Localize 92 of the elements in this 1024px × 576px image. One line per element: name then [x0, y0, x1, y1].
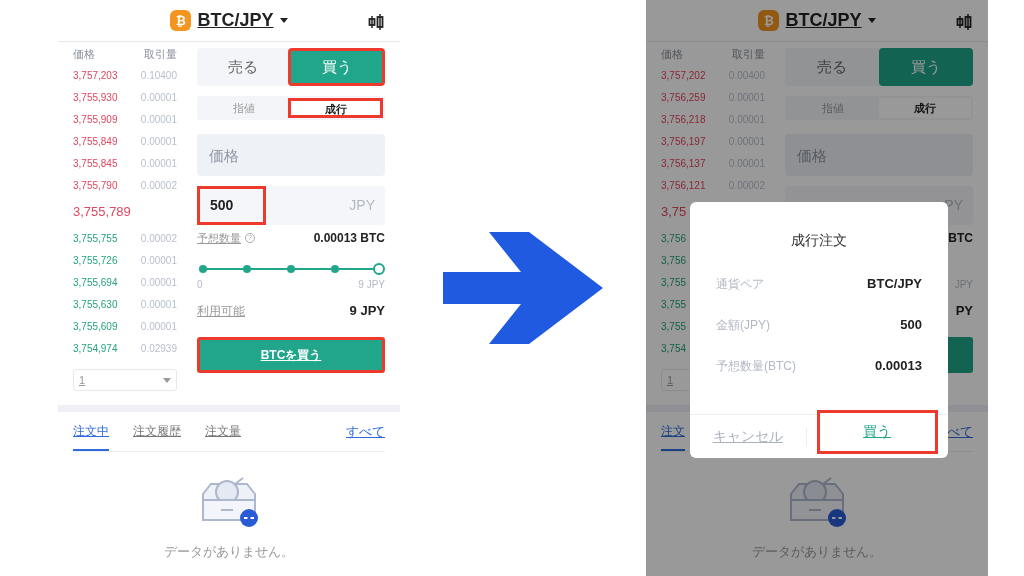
- slider-min-label: 0: [197, 278, 203, 291]
- bid-amount: 0.00002: [140, 231, 177, 246]
- amount-column-header: 取引量: [144, 47, 177, 62]
- bid-amount: 0.00001: [140, 275, 177, 290]
- bid-amount: 0.02939: [140, 341, 177, 356]
- ask-price: 3,755,909: [73, 112, 118, 127]
- ask-price: 3,755,930: [73, 90, 118, 105]
- price-field[interactable]: 価格: [197, 134, 385, 176]
- ask-amount: 0.00002: [140, 178, 177, 193]
- depth-dropdown[interactable]: 1: [73, 369, 177, 391]
- bid-price: 3,755,630: [73, 297, 118, 312]
- slider-max-label: 9 JPY: [358, 278, 385, 291]
- ask-price: 3,756,218: [661, 112, 706, 127]
- candlestick-icon[interactable]: [368, 13, 384, 31]
- dialog-title: 成行注文: [790, 231, 848, 250]
- price-column-header: 価格: [73, 47, 95, 62]
- estimate-value: BTC: [948, 230, 973, 247]
- currency-unit: JPY: [349, 196, 375, 215]
- caret-icon: [279, 18, 288, 23]
- price-field[interactable]: 価格: [785, 134, 973, 176]
- order-type-tab[interactable]: 指値: [199, 98, 288, 118]
- orders-tab[interactable]: 注文履歴: [133, 412, 181, 451]
- available-label: 利用可能: [197, 303, 245, 320]
- view-all-link[interactable]: べて: [947, 421, 973, 442]
- dialog-row-label: 金額(JPY): [716, 316, 770, 334]
- ask-amount: 0.00001: [140, 134, 177, 149]
- bid-price: 3,754: [661, 341, 687, 356]
- empty-message: データがありません。: [164, 543, 294, 561]
- ask-price: 3,757,203: [73, 68, 118, 83]
- amount-value: 500: [197, 186, 267, 225]
- dialog-row-label: 通貨ペア: [716, 275, 764, 293]
- dialog-row-value: 0.00013: [875, 356, 922, 375]
- pair-selector[interactable]: BTC/JPY: [785, 7, 876, 34]
- order-type-tab[interactable]: 成行: [288, 98, 383, 118]
- bid-price: 3,755,726: [73, 253, 118, 268]
- bid-price: 3,755,609: [73, 319, 118, 334]
- bid-price: 3,755: [661, 297, 687, 312]
- ask-price: 3,755,790: [73, 178, 118, 193]
- buy-sell-tab[interactable]: 買う: [288, 48, 385, 86]
- buy-sell-tab[interactable]: 売る: [197, 48, 288, 86]
- amount-field[interactable]: 500 JPY: [197, 186, 385, 225]
- available-value: PY: [955, 302, 973, 321]
- estimate-value: 0.00013 BTC: [313, 230, 385, 247]
- bitcoin-icon: ₿: [170, 10, 192, 31]
- ask-amount: 0.10400: [140, 68, 177, 83]
- bid-price: 3,755: [661, 275, 687, 290]
- ask-amount: 0.00001: [140, 112, 177, 127]
- ask-price: 3,757,202: [661, 68, 706, 83]
- dialog-row-label: 予想数量(BTC): [716, 357, 796, 375]
- ask-price: 3,756,259: [661, 90, 706, 105]
- bid-price: 3,755: [661, 319, 687, 334]
- buy-sell-tab[interactable]: 売る: [785, 48, 879, 86]
- bid-amount: 0.00001: [140, 319, 177, 334]
- bid-price: 3,754,974: [73, 341, 118, 356]
- last-price: 3,75: [661, 202, 687, 221]
- buy-button[interactable]: BTCを買う: [197, 337, 385, 373]
- ask-price: 3,756,197: [661, 134, 706, 149]
- candlestick-icon[interactable]: [956, 13, 972, 31]
- bid-price: 3,756: [661, 231, 687, 246]
- price-column-header: 価格: [661, 47, 683, 62]
- buy-sell-tab[interactable]: 買う: [879, 48, 973, 86]
- dialog-row-value: 500: [900, 315, 922, 334]
- ask-price: 3,755,845: [73, 156, 118, 171]
- slider-thumb[interactable]: [373, 263, 385, 275]
- slider-track[interactable]: [197, 261, 385, 277]
- ask-amount: 0.00001: [140, 156, 177, 171]
- ask-price: 3,756,121: [661, 178, 706, 193]
- arrow-icon: [443, 232, 603, 344]
- ask-price: 3,755,849: [73, 134, 118, 149]
- bid-amount: 0.00001: [140, 297, 177, 312]
- orders-tab[interactable]: 注文量: [205, 412, 241, 451]
- caret-icon: [867, 18, 876, 23]
- dialog-row-value: BTC/JPY: [867, 274, 922, 293]
- bid-price: 3,755,694: [73, 275, 118, 290]
- orders-tab[interactable]: 注文中: [73, 412, 109, 451]
- order-type-tab[interactable]: 成行: [879, 98, 971, 118]
- bid-price: 3,755,755: [73, 231, 118, 246]
- amount-column-header: 取引量: [732, 47, 765, 62]
- last-price: 3,755,789: [73, 202, 131, 221]
- estimate-label: 予想数量: [197, 230, 241, 246]
- cancel-button[interactable]: キャンセル: [690, 426, 806, 447]
- ask-amount: 0.00001: [140, 90, 177, 105]
- view-all-link[interactable]: すべて: [346, 421, 385, 442]
- pair-selector[interactable]: BTC/JPY: [197, 7, 288, 34]
- bid-price: 3,756: [661, 253, 687, 268]
- orders-tab[interactable]: 注文: [661, 412, 685, 451]
- bid-amount: 0.00001: [140, 253, 177, 268]
- ask-price: 3,756,137: [661, 156, 706, 171]
- confirm-buy-button[interactable]: 買う: [816, 409, 938, 454]
- available-value: 9 JPY: [349, 302, 385, 321]
- caret-icon: [163, 377, 171, 383]
- bitcoin-icon: ₿: [758, 10, 780, 31]
